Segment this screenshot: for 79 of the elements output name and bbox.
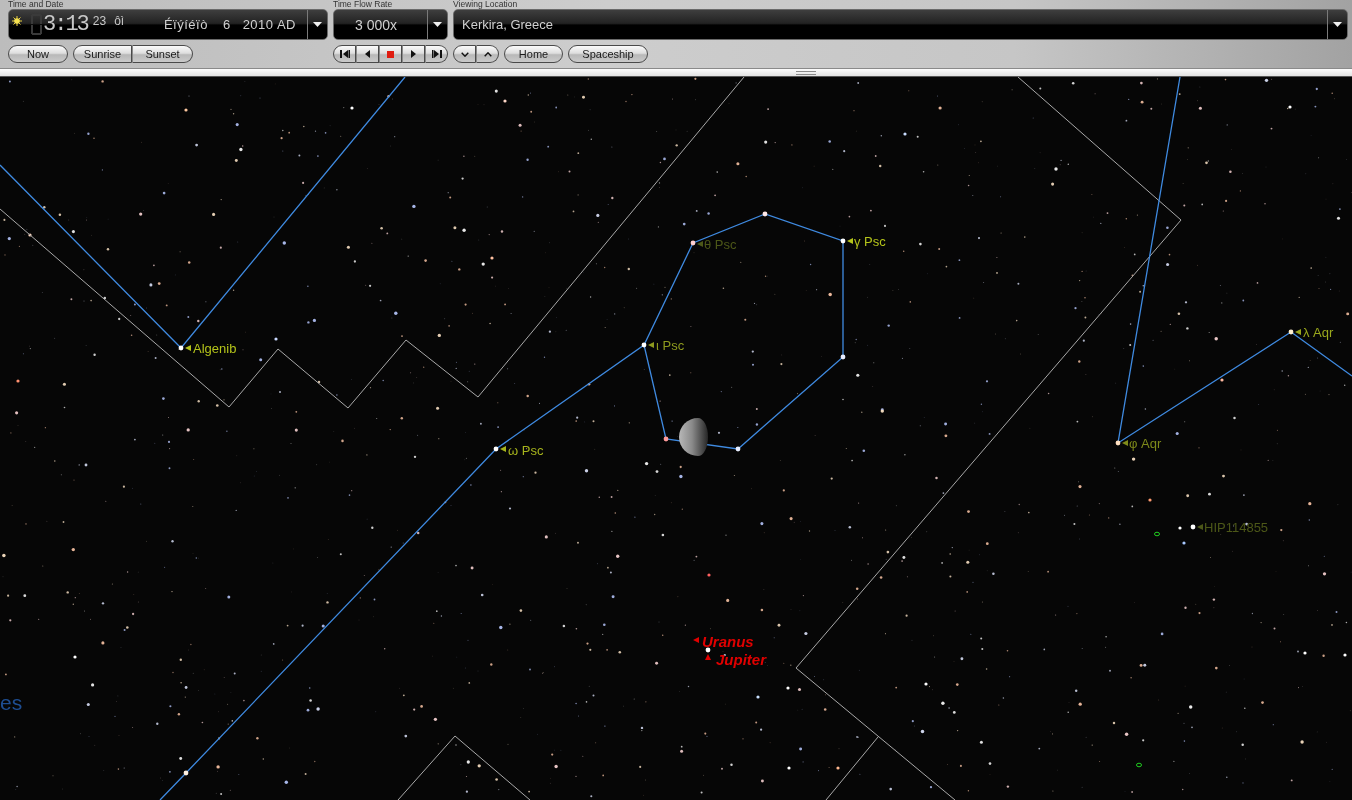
- star-label: ω Psc: [508, 442, 544, 458]
- star-dot: [1190, 524, 1196, 530]
- chevron-down-icon: [460, 51, 469, 57]
- star-dot: [762, 211, 768, 217]
- sky-view[interactable]: θ Psc γ Psc Algenib ι Psc λ Aqr ω Psc φ Aqr HIP114855 Uranus Jupiter es: [0, 77, 1352, 800]
- moon: [679, 418, 708, 456]
- step-forward-icon: [431, 50, 442, 58]
- group-label: Time and Date: [8, 0, 65, 9]
- star-label: HIP114855: [1204, 519, 1269, 535]
- oval-marker-icon: [1136, 762, 1142, 768]
- caret-icon: [313, 22, 322, 27]
- group-label: Time Flow Rate: [333, 0, 394, 9]
- star-dot: [840, 354, 846, 360]
- caret-icon: [433, 22, 442, 27]
- planet-label: Uranus: [702, 632, 754, 650]
- move-down-button[interactable]: [453, 45, 476, 63]
- planet-label: Jupiter: [716, 650, 766, 668]
- play-icon: [411, 50, 416, 58]
- constellation-name: es: [0, 690, 23, 714]
- star-dot: [178, 345, 184, 351]
- group-label: Viewing Location: [453, 0, 519, 9]
- star-dot: [840, 238, 846, 244]
- star-dot: [663, 436, 669, 442]
- clock-digits: 3:13: [43, 12, 88, 37]
- reverse-button[interactable]: [356, 45, 379, 63]
- period-text: ôì: [114, 14, 125, 28]
- pointer-icon: [648, 342, 654, 348]
- rate-value: 3 000x: [355, 16, 398, 33]
- location-button[interactable]: Home: [504, 45, 563, 63]
- unlit-digit-icon: [31, 14, 42, 35]
- star-dot: [1288, 329, 1294, 335]
- star-label: γ Psc: [854, 233, 886, 249]
- step-back-icon: [339, 50, 350, 58]
- viewing-location-field[interactable]: Kerkira, Greece: [453, 9, 1348, 40]
- pointer-icon: [705, 654, 711, 660]
- pointer-icon: [1197, 524, 1203, 530]
- star-dot: [690, 240, 696, 246]
- star-label: φ Aqr: [1129, 435, 1162, 451]
- star-dot: [1115, 440, 1121, 446]
- year-text: 2010 AD: [242, 17, 296, 32]
- star-dot: [493, 446, 499, 452]
- splitter-grip-icon[interactable]: [796, 70, 816, 75]
- month-text: Éïýíéïò: [163, 17, 208, 32]
- caret-icon: [1333, 22, 1342, 27]
- star-label: ι Psc: [656, 337, 685, 353]
- time-flow-rate-field[interactable]: 3 000x: [333, 9, 448, 40]
- day-text: 6: [222, 17, 231, 32]
- sun-time-button[interactable]: Sunrise: [73, 45, 132, 63]
- oval-marker-icon: [1154, 531, 1160, 537]
- pointer-icon: [847, 238, 853, 244]
- star-label: λ Aqr: [1303, 324, 1334, 340]
- star-label: θ Psc: [704, 236, 737, 252]
- date-time-field[interactable]: 3:13 23 ôì Éïýíéïò 6 2010 AD: [8, 9, 328, 40]
- pointer-icon: [1295, 329, 1301, 335]
- stop-icon: [387, 50, 394, 58]
- pointer-icon: [697, 241, 703, 247]
- step-back-button[interactable]: [333, 45, 356, 63]
- seconds-text: 23: [92, 14, 107, 28]
- stop-button[interactable]: [379, 45, 402, 63]
- star-dot: [705, 647, 711, 653]
- pointer-icon: [693, 637, 699, 643]
- star-dot: [183, 770, 189, 776]
- chevron-up-icon: [483, 51, 492, 57]
- star-dot: [735, 446, 741, 452]
- star-dot: [641, 342, 647, 348]
- location-button[interactable]: Spaceship: [568, 45, 648, 63]
- play-button[interactable]: [402, 45, 425, 63]
- sun-icon: [12, 16, 22, 26]
- pointer-icon: [500, 446, 506, 452]
- star-label: Algenib: [193, 340, 237, 356]
- splitter-bar[interactable]: [0, 68, 1352, 77]
- location-value: Kerkira, Greece: [462, 17, 554, 32]
- pointer-icon: [1122, 440, 1128, 446]
- reverse-play-icon: [365, 50, 370, 58]
- pointer-icon: [185, 345, 191, 351]
- now-button[interactable]: Now: [8, 45, 68, 63]
- move-up-button[interactable]: [476, 45, 499, 63]
- step-forward-button[interactable]: [425, 45, 448, 63]
- sun-time-button[interactable]: Sunset: [132, 45, 193, 63]
